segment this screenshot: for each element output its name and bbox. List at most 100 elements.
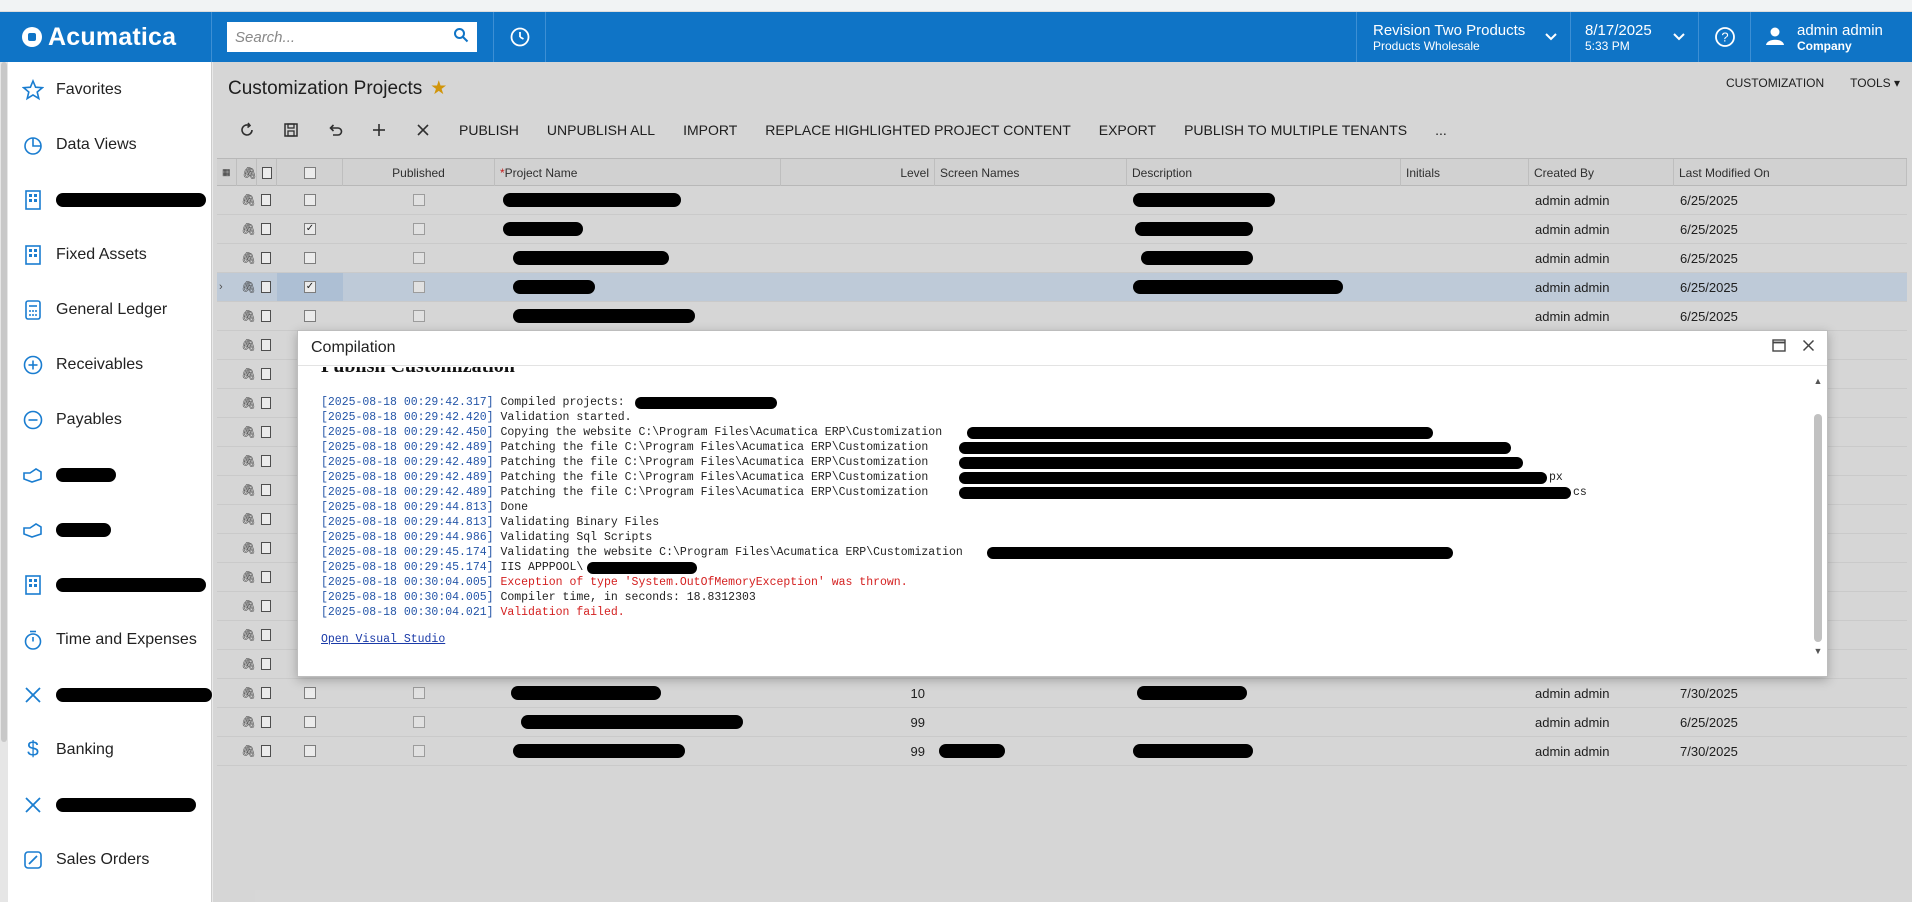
published-checkbox[interactable] — [343, 708, 495, 736]
published-checkbox[interactable] — [343, 186, 495, 214]
attachment-icon[interactable]: 🖇 — [241, 708, 256, 736]
publish-button[interactable]: PUBLISH — [445, 114, 533, 146]
table-row[interactable]: 🖇 99 admin admin 6/25/2025 — [217, 708, 1907, 737]
add-icon[interactable] — [357, 114, 401, 146]
row-select-checkbox[interactable] — [277, 186, 343, 214]
column-published[interactable]: Published — [343, 159, 495, 186]
table-row[interactable]: › 🖇 ✓ admin admin 6/25/2025 — [217, 273, 1907, 302]
grid-settings-icon[interactable]: ▦ — [217, 159, 237, 186]
undo-icon[interactable] — [313, 114, 357, 146]
tools-menu[interactable]: TOOLS ▾ — [1850, 76, 1900, 90]
attachment-icon[interactable]: 🖇 — [241, 360, 256, 388]
project-name-redacted[interactable] — [511, 679, 661, 707]
attachment-icon[interactable]: 🖇 — [241, 679, 256, 707]
column-initials[interactable]: Initials — [1401, 159, 1529, 186]
replace-highlighted-button[interactable]: REPLACE HIGHLIGHTED PROJECT CONTENT — [751, 114, 1084, 146]
note-icon[interactable] — [261, 389, 271, 417]
published-checkbox[interactable] — [343, 302, 495, 330]
brand-logo[interactable]: Acumatica — [0, 12, 212, 62]
select-all-checkbox[interactable] — [277, 159, 343, 186]
more-actions-button[interactable]: ... — [1421, 114, 1461, 146]
attachment-icon[interactable]: 🖇 — [241, 505, 256, 533]
tenant-selector[interactable]: Revision Two Products Products Wholesale — [1356, 12, 1570, 62]
note-icon[interactable] — [261, 621, 271, 649]
column-last-modified[interactable]: Last Modified On — [1674, 159, 1907, 186]
column-created-by[interactable]: Created By — [1529, 159, 1674, 186]
refresh-icon[interactable] — [225, 114, 269, 146]
project-name-redacted[interactable] — [513, 244, 669, 272]
row-select-checkbox[interactable] — [277, 302, 343, 330]
publish-multiple-tenants-button[interactable]: PUBLISH TO MULTIPLE TENANTS — [1170, 114, 1421, 146]
search-input[interactable]: Search... — [227, 22, 477, 52]
note-icon[interactable] — [261, 418, 271, 446]
note-icon[interactable] — [261, 563, 271, 591]
save-icon[interactable] — [269, 114, 313, 146]
close-icon[interactable] — [1802, 339, 1815, 357]
sidebar-item-redacted[interactable] — [0, 455, 212, 495]
note-icon[interactable] — [261, 708, 271, 736]
sidebar-item-redacted[interactable] — [0, 565, 212, 605]
attachment-icon[interactable]: 🖇 — [241, 302, 256, 330]
attachment-icon[interactable]: 🖇 — [241, 418, 256, 446]
sidebar-item-fixed-assets[interactable]: Fixed Assets — [0, 235, 212, 275]
unpublish-all-button[interactable]: UNPUBLISH ALL — [533, 114, 669, 146]
delete-icon[interactable] — [401, 114, 445, 146]
attachment-icon[interactable]: 🖇 — [241, 244, 256, 272]
note-icon[interactable] — [261, 360, 271, 388]
row-select-checkbox[interactable]: ✓ — [277, 215, 343, 243]
sidebar-item-data-views[interactable]: Data Views — [0, 125, 212, 165]
business-date-selector[interactable]: 8/17/2025 5:33 PM — [1570, 12, 1698, 62]
column-description[interactable]: Description — [1127, 159, 1401, 186]
project-name-redacted[interactable] — [513, 737, 685, 765]
attachment-icon[interactable]: 🖇 — [241, 563, 256, 591]
scroll-down-arrow-icon[interactable]: ▼ — [1813, 646, 1823, 656]
published-checkbox[interactable] — [343, 273, 495, 301]
table-row[interactable]: 🖇 10 admin admin 7/30/2025 — [217, 679, 1907, 708]
sidebar-item-sales-orders[interactable]: Sales Orders — [0, 840, 212, 880]
attachment-icon[interactable]: 🖇 — [241, 534, 256, 562]
scroll-up-arrow-icon[interactable]: ▲ — [1813, 376, 1823, 386]
published-checkbox[interactable] — [343, 679, 495, 707]
row-select-checkbox[interactable] — [277, 708, 343, 736]
favorite-star-icon[interactable]: ★ — [430, 78, 447, 99]
column-project-name[interactable]: * Project Name — [495, 159, 781, 186]
attachment-icon[interactable]: 🖇 — [241, 650, 256, 678]
project-name-redacted[interactable] — [503, 215, 583, 243]
note-icon[interactable] — [261, 302, 271, 330]
attachment-icon[interactable]: 🖇 — [241, 215, 256, 243]
attachment-icon[interactable]: 🖇 — [241, 621, 256, 649]
attachment-icon[interactable]: 🖇 — [241, 447, 256, 475]
published-checkbox[interactable] — [343, 737, 495, 765]
row-select-checkbox[interactable] — [277, 737, 343, 765]
column-screen-names[interactable]: Screen Names — [935, 159, 1127, 186]
project-name-redacted[interactable] — [521, 708, 743, 736]
sidebar-item-redacted[interactable] — [0, 675, 212, 715]
sidebar-item-time-and-expenses[interactable]: Time and Expenses — [0, 620, 212, 660]
project-name-redacted[interactable] — [503, 186, 681, 214]
scroll-thumb[interactable] — [1814, 414, 1822, 642]
attachment-icon[interactable]: 🖇 — [241, 476, 256, 504]
sidebar-item-banking[interactable]: $ Banking — [0, 730, 212, 770]
note-icon[interactable] — [261, 505, 271, 533]
note-icon[interactable] — [261, 534, 271, 562]
attachment-icon[interactable]: 🖇 — [241, 186, 256, 214]
note-icon[interactable] — [261, 331, 271, 359]
import-button[interactable]: IMPORT — [669, 114, 751, 146]
sidebar-item-redacted[interactable] — [0, 785, 212, 825]
customization-menu[interactable]: CUSTOMIZATION — [1726, 76, 1824, 90]
note-icon[interactable] — [261, 273, 271, 301]
attachment-icon[interactable]: 🖇 — [241, 273, 256, 301]
note-icon[interactable] — [261, 679, 271, 707]
export-button[interactable]: EXPORT — [1085, 114, 1170, 146]
note-icon[interactable] — [261, 186, 271, 214]
note-icon[interactable] — [261, 737, 271, 765]
attachment-icon[interactable]: 🖇 — [241, 389, 256, 417]
project-name-redacted[interactable] — [513, 273, 595, 301]
column-level[interactable]: Level — [781, 159, 935, 186]
user-menu[interactable]: admin admin Company — [1750, 12, 1912, 62]
table-row[interactable]: 🖇 admin admin 6/25/2025 — [217, 244, 1907, 273]
row-select-checkbox[interactable] — [277, 679, 343, 707]
row-select-checkbox[interactable]: ✓ — [277, 273, 343, 301]
table-row[interactable]: 🖇 admin admin 6/25/2025 — [217, 302, 1907, 331]
open-visual-studio-link[interactable]: Open Visual Studio — [321, 633, 1810, 646]
